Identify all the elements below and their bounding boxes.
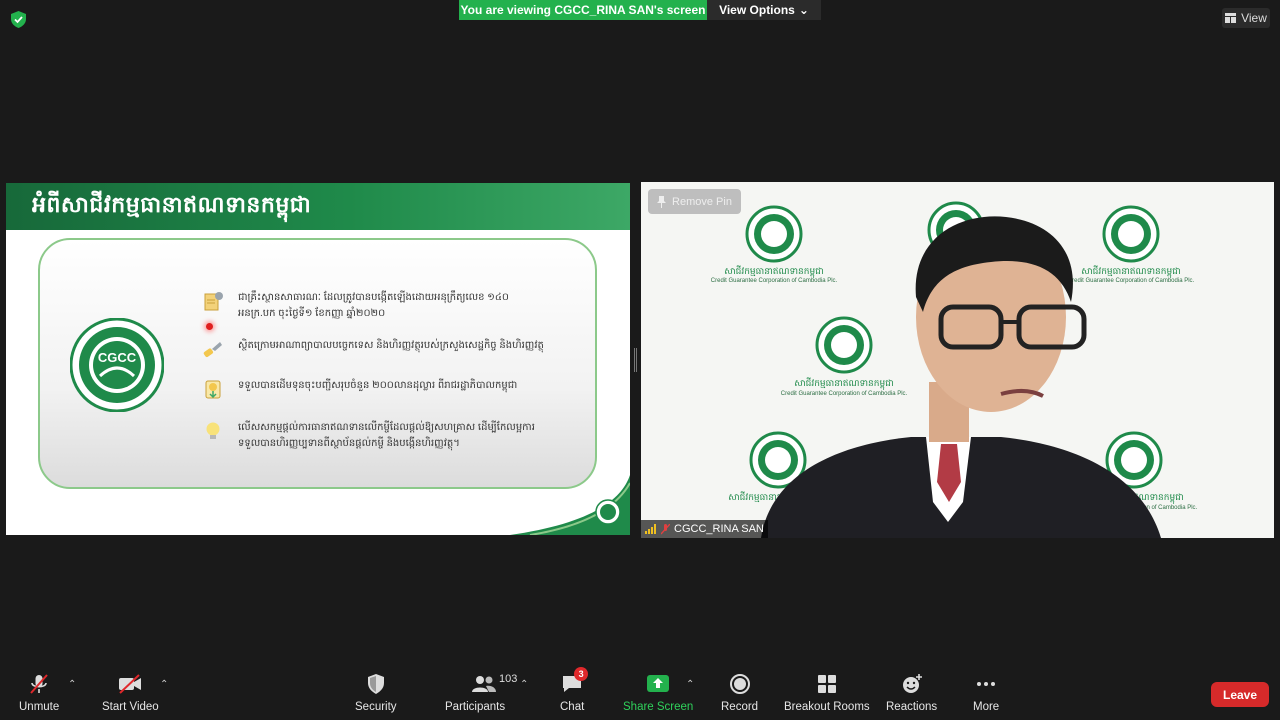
bullet-text: ស្ថិតក្រោមអាណាព្យាបាលបច្ចេកទេស និងហិរញ្ញ… [238,340,544,351]
breakout-rooms-label: Breakout Rooms [784,701,870,713]
reactions-button[interactable]: Reactions [886,672,937,713]
meeting-toolbar: Unmute ⌃ Start Video ⌃ Security 103 Part… [0,664,1280,720]
security-button[interactable]: Security [355,672,397,713]
backdrop-english-text: Credit Guarantee Corporation of Cambodia… [1068,278,1195,284]
lightbulb-icon [206,422,220,439]
slide-bullet: លើសសកម្មផ្តល់ការធានាឥណទានលើកម្ចីដែលផ្តល់… [202,420,548,452]
record-button[interactable]: Record [721,672,758,713]
grid-view-icon [1225,13,1237,23]
bullet-text: ជាគ្រឹះស្ថានសាធារណៈ ដែលត្រូវបានបង្កើតឡើង… [238,292,510,319]
slide-header: អំពីសាជីវកម្មធានាឥណទានកម្ពុជា [6,183,630,230]
leave-label: Leave [1222,687,1258,702]
view-options-button[interactable]: View Options ⌄ [707,0,821,20]
slide-bullet: ជាគ្រឹះស្ថានសាធារណៈ ដែលត្រូវបានបង្កើតឡើង… [202,290,548,322]
audio-options-caret-icon[interactable]: ⌃ [68,679,76,690]
participants-options-caret-icon[interactable]: ⌃ [520,679,528,690]
breakout-rooms-button[interactable]: Breakout Rooms [784,672,870,713]
muted-mic-icon [30,674,48,694]
pinned-video-tile: សាជីវកម្មធានាឥណទានកម្ពុជា Credit Guarant… [641,182,1274,538]
muted-mic-icon [661,523,670,534]
start-video-button[interactable]: Start Video [102,672,159,713]
chat-button[interactable]: 3 Chat [560,667,589,713]
signal-strength-icon [645,524,656,534]
participants-icon-group: 103 [455,672,517,696]
start-video-label: Start Video [102,701,159,713]
share-options-caret-icon[interactable]: ⌃ [686,679,694,690]
security-label: Security [355,701,397,713]
video-off-icon [119,674,142,694]
slide-bullet: ទទួលបានដើមទុនចុះបញ្ជីសរុបចំនួន ២០០លានដុល… [202,378,548,400]
bullet-text: ទទួលបានដើមទុនចុះបញ្ជីសរុបចំនួន ២០០លានដុល… [238,380,518,391]
more-label: More [973,701,1000,713]
laser-pointer [206,323,213,330]
participants-button[interactable]: 103 Participants [445,672,517,713]
encryption-shield-icon[interactable] [11,11,26,28]
chat-label: Chat [560,701,585,713]
zoom-meeting-window: You are viewing CGCC_RINA SAN's screen V… [0,0,1280,720]
share-screen-button[interactable]: Share Screen [623,672,693,713]
share-screen-label: Share Screen [623,701,694,713]
unmute-label: Unmute [19,701,60,713]
slide-content-card: CGCC ជាគ្រឹះស្ថានសាធារណៈ ដែលត្រូវបានបង្ក… [38,238,597,489]
security-shield-icon [367,674,384,694]
participants-label: Participants [445,701,506,713]
shared-screen-slide: អំពីសាជីវកម្មធានាឥណទានកម្ពុជា CGCC ជាគ្រ… [6,183,630,535]
breakout-rooms-icon [817,675,836,693]
chat-icon-group: 3 [560,667,589,696]
reactions-smiley-icon [902,674,922,693]
cgcc-logo-icon: CGCC [70,318,164,412]
backdrop-english-text: Credit Guarantee Corporation of Cambodia… [781,391,908,397]
remove-pin-label: Remove Pin [672,195,732,208]
viewing-banner-text: You are viewing CGCC_RINA SAN's screen [460,3,706,17]
share-screen-icon [647,675,670,692]
bullet-text: លើសសកម្មផ្តល់ការធានាឥណទានលើកម្ចីដែលផ្តល់… [238,422,535,449]
record-icon [729,674,750,694]
video-feed: សាជីវកម្មធានាឥណទានកម្ពុជា Credit Guarant… [641,182,1274,538]
view-options-label: View Options [719,3,795,17]
panel-splitter-handle[interactable] [634,348,637,372]
participants-count: 103 [499,673,518,685]
remove-pin-button[interactable]: Remove Pin [648,189,741,214]
logo-text: CGCC [98,350,137,365]
participants-icon [472,676,497,692]
wrench-icon [203,342,222,357]
money-icon [205,380,221,399]
slide-title: អំពីសាជីវកម្មធានាឥណទានកម្ពុជា [32,192,312,217]
backdrop-english-text: Credit Guarantee Corporation of Cambodia… [711,278,838,284]
chevron-down-icon: ⌄ [798,3,809,17]
participant-name: CGCC_RINA SAN [674,523,764,535]
unmute-button[interactable]: Unmute [19,672,59,713]
slide-bullet: ស្ថិតក្រោមអាណាព្យាបាលបច្ចេកទេស និងហិរញ្ញ… [202,338,548,360]
video-options-caret-icon[interactable]: ⌃ [160,679,168,690]
slide-corner-decoration [510,475,630,535]
more-button[interactable]: More [973,672,999,713]
participant-name-tag: CGCC_RINA SAN [641,520,768,538]
document-gear-icon [204,292,223,311]
viewing-screen-banner: You are viewing CGCC_RINA SAN's screen [459,0,707,20]
view-button[interactable]: View [1222,8,1270,28]
leave-button[interactable]: Leave [1211,682,1269,707]
record-label: Record [721,701,759,713]
more-dots-icon [977,682,996,686]
reactions-label: Reactions [886,701,938,713]
pin-icon [657,195,667,208]
chat-unread-badge: 3 [574,667,589,681]
view-label: View [1241,11,1267,25]
